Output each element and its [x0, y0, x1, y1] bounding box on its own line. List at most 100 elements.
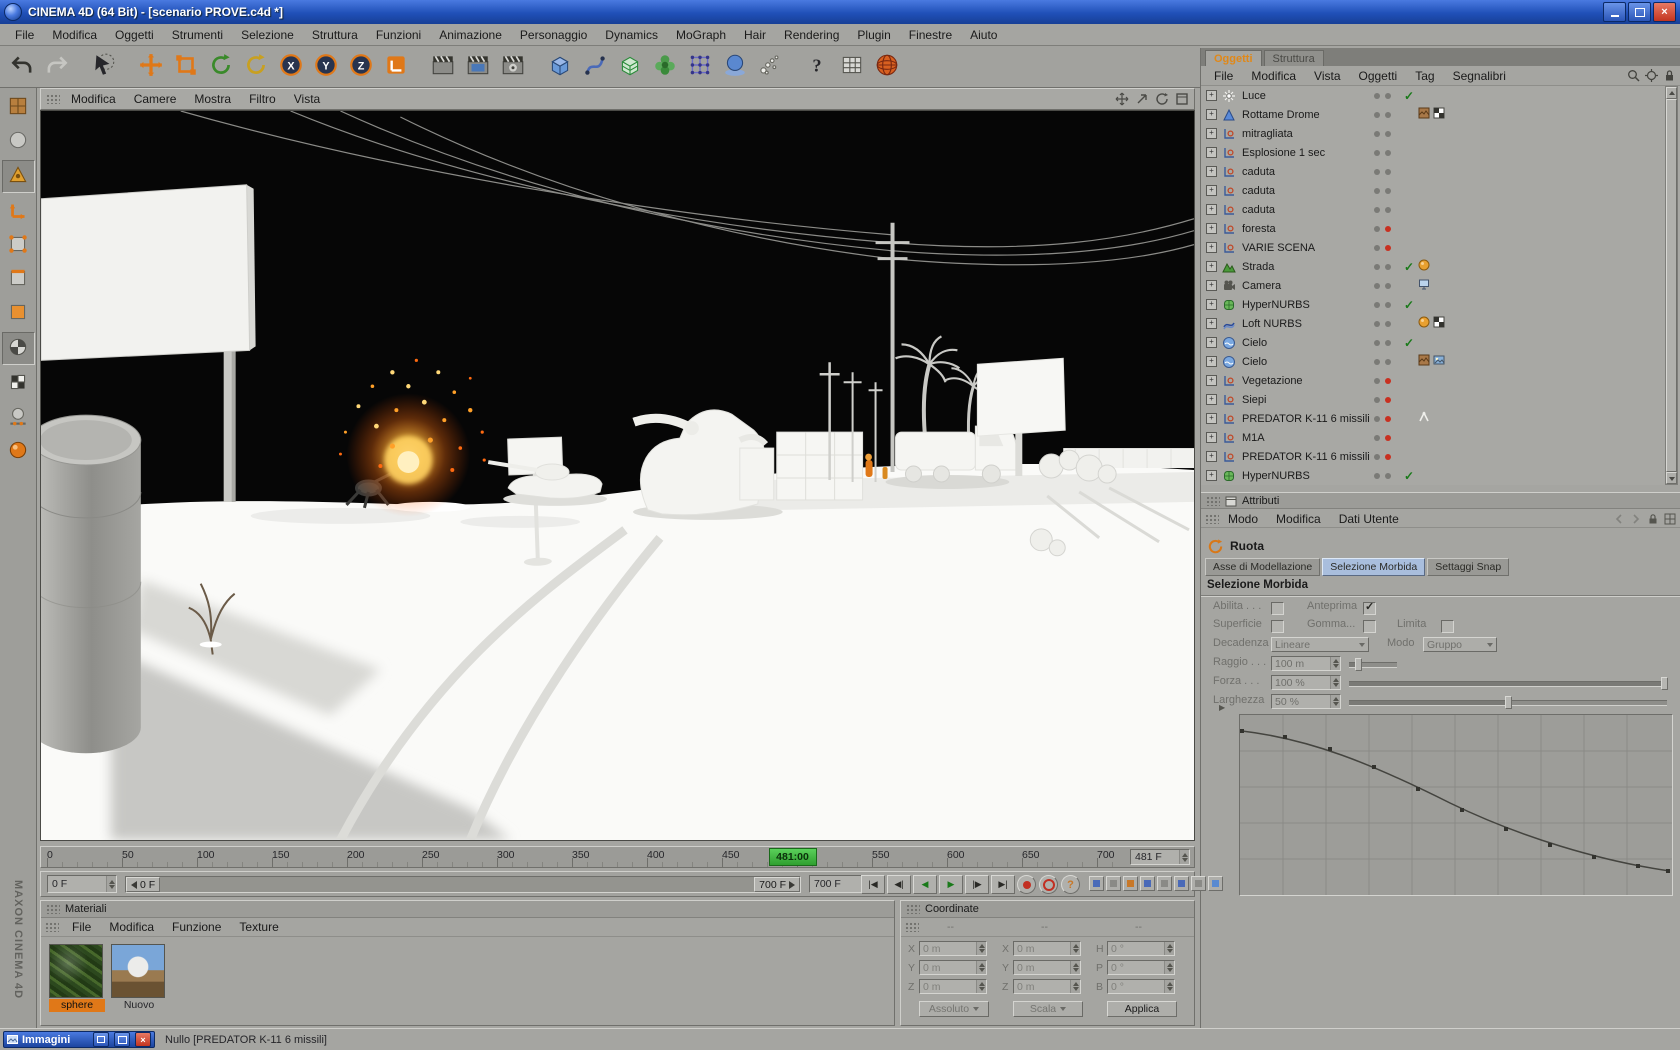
add-primitive-button[interactable]	[542, 49, 577, 84]
drag-handle-icon[interactable]	[46, 94, 60, 104]
object-row-strada[interactable]: +Strada✓	[1201, 257, 1680, 276]
scale-button[interactable]	[168, 49, 203, 84]
phong-tag-icon[interactable]	[1418, 259, 1430, 274]
viewport-menu-camere[interactable]: Camere	[125, 90, 186, 108]
editor-visibility-dot[interactable]	[1374, 397, 1380, 403]
phong-tag-icon[interactable]	[1418, 316, 1430, 331]
play-backward-button[interactable]: ◀	[913, 875, 937, 894]
record-keyframes-button[interactable]	[1017, 875, 1036, 894]
record-rotation-toggle[interactable]	[1123, 876, 1138, 891]
drag-handle-icon[interactable]	[905, 922, 919, 932]
menu-finestre[interactable]: Finestre	[900, 26, 961, 44]
object-row-hypernurbs[interactable]: +HyperNURBS✓	[1201, 466, 1680, 485]
attr-menu-modifica[interactable]: Modifica	[1267, 510, 1330, 528]
render-visibility-dot[interactable]	[1385, 473, 1391, 479]
materials-menu-texture[interactable]: Texture	[230, 918, 287, 936]
render-visibility-dot[interactable]	[1385, 302, 1391, 308]
render-visibility-dot[interactable]	[1385, 131, 1391, 137]
viewport-menu-modifica[interactable]: Modifica	[62, 90, 125, 108]
content-browser-button[interactable]	[834, 49, 869, 84]
focus-icon[interactable]	[1645, 69, 1658, 82]
expand-icon[interactable]: +	[1206, 166, 1217, 177]
menu-funzioni[interactable]: Funzioni	[367, 26, 430, 44]
picture-viewer-taskbar-item[interactable]: Immagini ×	[3, 1031, 155, 1048]
render-visibility-dot[interactable]	[1385, 169, 1391, 175]
viewport-menu-vista[interactable]: Vista	[285, 90, 329, 108]
range-right-handle[interactable]: 700 F	[754, 877, 800, 892]
render-visibility-dot[interactable]	[1385, 340, 1391, 346]
object-row-vegetazione[interactable]: +Vegetazione	[1201, 371, 1680, 390]
autokeying-button[interactable]	[1039, 875, 1058, 894]
edge-mode-button[interactable]	[3, 264, 34, 295]
modo-dropdown[interactable]: Gruppo	[1423, 637, 1497, 652]
render-visibility-dot[interactable]	[1385, 226, 1391, 232]
chip-restore-button[interactable]	[93, 1032, 109, 1047]
om-menu-tag[interactable]: Tag	[1406, 67, 1443, 85]
object-row-luce[interactable]: +Luce✓	[1201, 86, 1680, 105]
online-updater-button[interactable]	[869, 49, 904, 84]
viewport[interactable]: ModificaCamereMostraFiltroVista	[40, 88, 1195, 841]
menu-oggetti[interactable]: Oggetti	[106, 26, 163, 44]
menu-modifica[interactable]: Modifica	[43, 26, 106, 44]
expand-icon[interactable]: +	[1206, 375, 1217, 386]
range-start-field[interactable]: 0 F	[47, 875, 117, 893]
editor-visibility-dot[interactable]	[1374, 321, 1380, 327]
expand-icon[interactable]: +	[1206, 337, 1217, 348]
chip-close-button[interactable]: ×	[135, 1032, 151, 1047]
expand-icon[interactable]: +	[1206, 109, 1217, 120]
make-editable-button[interactable]	[3, 92, 34, 123]
coord-field[interactable]: 0 m	[919, 960, 987, 975]
menu-rendering[interactable]: Rendering	[775, 26, 848, 44]
object-row-foresta[interactable]: +foresta	[1201, 219, 1680, 238]
add-spline-button[interactable]	[577, 49, 612, 84]
materials-menu-file[interactable]: File	[63, 918, 100, 936]
record-pla-toggle[interactable]	[1157, 876, 1172, 891]
expand-icon[interactable]: +	[1206, 204, 1217, 215]
lock-x-button[interactable]: X	[273, 49, 308, 84]
enabled-check[interactable]: ✓	[1400, 336, 1418, 350]
expand-icon[interactable]: +	[1206, 413, 1217, 424]
drag-handle-icon[interactable]	[45, 922, 59, 932]
scroll-up-button[interactable]	[1666, 87, 1677, 99]
checker-tag-icon[interactable]	[1433, 316, 1445, 331]
checker-tag-icon[interactable]	[1433, 107, 1445, 122]
axis-mode-button[interactable]	[3, 196, 34, 227]
object-row-mitragliata[interactable]: +mitragliata	[1201, 124, 1680, 143]
expand-icon[interactable]: +	[1206, 432, 1217, 443]
lock-icon[interactable]	[1647, 513, 1659, 525]
record-position-toggle[interactable]	[1089, 876, 1104, 891]
forza-field[interactable]: 100 %	[1271, 675, 1341, 690]
expand-icon[interactable]: +	[1206, 261, 1217, 272]
ik-tag-icon[interactable]	[1418, 411, 1430, 426]
editor-visibility-dot[interactable]	[1374, 112, 1380, 118]
add-nurbs-button[interactable]	[612, 49, 647, 84]
zoom-view-icon[interactable]	[1135, 92, 1149, 106]
add-particle-button[interactable]	[752, 49, 787, 84]
editor-visibility-dot[interactable]	[1374, 283, 1380, 289]
enabled-check[interactable]: ✓	[1400, 260, 1418, 274]
menu-aiuto[interactable]: Aiuto	[961, 26, 1006, 44]
coord-field[interactable]: 0 m	[1013, 979, 1081, 994]
rotate-view-icon[interactable]	[1155, 92, 1169, 106]
editor-visibility-dot[interactable]	[1374, 245, 1380, 251]
coord-field[interactable]: 0 °	[1107, 960, 1175, 975]
limita-checkbox[interactable]	[1441, 620, 1454, 633]
render-visibility-dot[interactable]	[1385, 378, 1391, 384]
materials-menu-funzione[interactable]: Funzione	[163, 918, 230, 936]
object-row-m1a[interactable]: +M1A	[1201, 428, 1680, 447]
current-frame-field[interactable]: 481 F	[1130, 849, 1190, 865]
abilita-checkbox[interactable]	[1271, 602, 1284, 615]
tab-selezione-morbida[interactable]: Selezione Morbida	[1322, 558, 1425, 576]
editor-visibility-dot[interactable]	[1374, 340, 1380, 346]
timeline-ruler[interactable]: 0501001502002503003504004505005506006507…	[40, 846, 1195, 868]
add-deformer-button[interactable]	[682, 49, 717, 84]
menu-strumenti[interactable]: Strumenti	[163, 26, 232, 44]
object-row-varie-scena[interactable]: +VARIE SCENA	[1201, 238, 1680, 257]
attr-menu-dati-utente[interactable]: Dati Utente	[1330, 510, 1408, 528]
object-row-camera[interactable]: +Camera	[1201, 276, 1680, 295]
expand-icon[interactable]: +	[1206, 90, 1217, 101]
menu-selezione[interactable]: Selezione	[232, 26, 303, 44]
goto-start-button[interactable]: |◀	[861, 875, 885, 894]
redo-button[interactable]	[39, 49, 74, 84]
drag-handle-icon[interactable]	[1205, 514, 1219, 524]
